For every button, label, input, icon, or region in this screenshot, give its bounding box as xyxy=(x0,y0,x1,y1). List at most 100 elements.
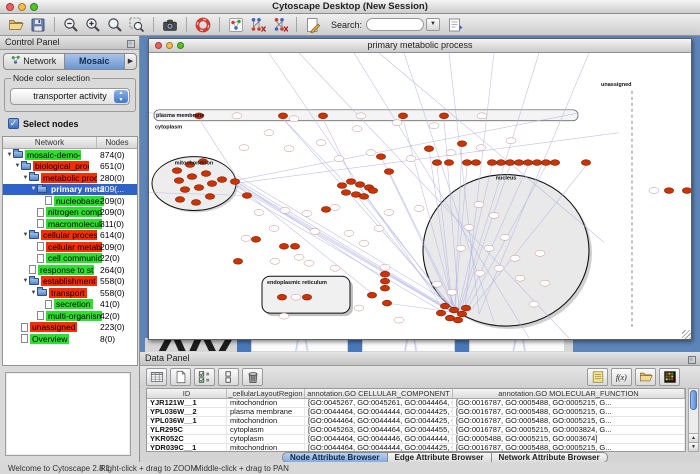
tree-row-13[interactable]: secretion41(0) xyxy=(3,299,137,311)
graph-node-white[interactable] xyxy=(356,113,366,119)
graph-node-white[interactable] xyxy=(316,140,326,146)
graph-node-white[interactable] xyxy=(432,281,442,287)
graph-node-white[interactable] xyxy=(414,205,424,211)
graph-node-white[interactable] xyxy=(344,230,354,236)
graph-node-red[interactable] xyxy=(180,187,189,193)
table-row-1[interactable]: YPL036W__2plasma membrane[GO:0044464, GO… xyxy=(147,408,685,417)
tree-row-15[interactable]: unassigned223(0) xyxy=(3,322,137,334)
tree-row-1[interactable]: ▼biological_process651(0) xyxy=(3,161,137,173)
graph-node-red[interactable] xyxy=(318,113,327,119)
network-canvas[interactable]: plasma membranemitochondrionnucleusendop… xyxy=(149,53,691,339)
column-layout-region[interactable]: _cellularLayoutRegion xyxy=(227,389,305,398)
graph-node-red[interactable] xyxy=(172,168,181,174)
tab-mosaic[interactable]: Mosaic xyxy=(64,53,125,70)
graph-node-white[interactable] xyxy=(264,130,274,136)
graph-node-red[interactable] xyxy=(251,236,260,242)
graph-node-red[interactable] xyxy=(457,311,466,317)
tree-row-0[interactable]: ▼mosaic-demo-yeast874(0) xyxy=(3,149,137,161)
heatmap-button[interactable] xyxy=(659,368,680,386)
notes-button[interactable] xyxy=(587,368,608,386)
camera-button[interactable] xyxy=(160,15,180,34)
expand-arrow-icon[interactable]: ▼ xyxy=(14,163,21,169)
graph-node-white[interactable] xyxy=(279,313,289,319)
graph-node-red[interactable] xyxy=(514,160,523,166)
search-dropdown-button[interactable]: ▼ xyxy=(426,18,440,31)
graph-node-white[interactable] xyxy=(406,156,416,162)
graph-node-red[interactable] xyxy=(471,160,480,166)
graph-node-white[interactable] xyxy=(447,289,457,295)
graph-node-red[interactable] xyxy=(194,185,203,191)
graph-node-white[interactable] xyxy=(484,245,494,251)
open-button[interactable] xyxy=(6,15,26,34)
tab-overflow-button[interactable]: ▶ xyxy=(124,53,137,70)
graph-node-red[interactable] xyxy=(233,258,242,264)
graph-node-red[interactable] xyxy=(436,310,445,316)
expand-arrow-icon[interactable]: ▼ xyxy=(22,175,29,181)
graph-node-white[interactable] xyxy=(494,265,504,271)
zoom-fit-button[interactable] xyxy=(105,15,125,34)
graph-node-red[interactable] xyxy=(523,160,532,166)
network-window-title-bar[interactable]: primary metabolic process xyxy=(149,39,691,53)
tree-row-6[interactable]: macromolecule311(0) xyxy=(3,218,137,230)
column-id[interactable]: ID xyxy=(147,389,227,398)
table-row-3[interactable]: YLR295Ccytoplasm[GO:0045263, GO:0044464,… xyxy=(147,426,685,435)
graph-node-white[interactable] xyxy=(506,138,516,144)
column-cellular-component[interactable]: annotation.GO CELLULAR_COMPONENT xyxy=(305,389,453,398)
graph-node-red[interactable] xyxy=(398,113,407,119)
graph-node-red[interactable] xyxy=(550,160,559,166)
graph-node-white[interactable] xyxy=(289,116,299,122)
graph-node-red[interactable] xyxy=(205,194,214,200)
graph-node-red[interactable] xyxy=(541,160,550,166)
graph-node-red[interactable] xyxy=(230,179,239,185)
table-row-0[interactable]: YJR121W__1mitochondrion[GO:0045267, GO:0… xyxy=(147,399,685,408)
graph-node-white[interactable] xyxy=(476,145,486,151)
graph-node-red[interactable] xyxy=(242,193,251,199)
node-color-dropdown[interactable]: transporter activity ▲▼ xyxy=(10,88,130,105)
expand-arrow-icon[interactable]: ▼ xyxy=(6,152,13,158)
graph-node-white[interactable] xyxy=(392,120,402,126)
select-attributes-button[interactable] xyxy=(194,368,215,386)
graph-node-white[interactable] xyxy=(330,265,340,271)
graph-node-white[interactable] xyxy=(284,146,294,152)
tree-row-16[interactable]: Overview8(0) xyxy=(3,333,137,345)
graph-node-red[interactable] xyxy=(191,200,200,206)
graph-node-white[interactable] xyxy=(456,245,466,251)
graph-node-white[interactable] xyxy=(510,255,520,261)
graph-node-white[interactable] xyxy=(394,317,404,323)
graph-node-white[interactable] xyxy=(649,188,659,194)
expand-arrow-icon[interactable]: ▼ xyxy=(22,232,29,238)
table-row-5[interactable]: YDR039C__1mitochondrion[GO:0044464, GO:0… xyxy=(147,444,685,452)
graph-node-red[interactable] xyxy=(432,160,441,166)
graph-node-red[interactable] xyxy=(439,113,448,119)
graph-node-red[interactable] xyxy=(376,154,385,160)
table-scrollbar[interactable]: ▲ ▼ xyxy=(688,388,699,452)
graph-node-white[interactable] xyxy=(374,225,384,231)
tree-row-14[interactable]: multi-organism pro42(0) xyxy=(3,310,137,322)
graph-node-red[interactable] xyxy=(384,169,393,175)
function-builder-button[interactable]: f(x) xyxy=(611,368,632,386)
new-attribute-button[interactable] xyxy=(170,368,191,386)
zoom-in-button[interactable] xyxy=(83,15,103,34)
tree-column-nodes[interactable]: Nodes xyxy=(97,137,137,148)
graph-node-red[interactable] xyxy=(380,278,389,284)
tree-row-11[interactable]: ▼establishment of lo558(0) xyxy=(3,276,137,288)
graph-node-red[interactable] xyxy=(174,178,183,184)
delete-attribute-button[interactable] xyxy=(242,368,263,386)
graph-node-white[interactable] xyxy=(334,156,344,162)
graph-node-red[interactable] xyxy=(355,182,364,188)
graph-node-white[interactable] xyxy=(489,212,499,218)
tree-row-5[interactable]: nitrogen compo209(0) xyxy=(3,207,137,219)
graph-node-red[interactable] xyxy=(279,243,288,249)
graph-node-white[interactable] xyxy=(270,258,280,264)
tree-column-network[interactable]: Network xyxy=(3,137,97,148)
graph-node-red[interactable] xyxy=(505,160,514,166)
graph-node-white[interactable] xyxy=(429,123,439,129)
graph-node-red[interactable] xyxy=(532,160,541,166)
graph-node-white[interactable] xyxy=(239,145,249,151)
unselect-attributes-button[interactable] xyxy=(218,368,239,386)
help-ring-button[interactable] xyxy=(193,15,213,34)
graph-node-red[interactable] xyxy=(217,177,226,183)
layout-align-button[interactable] xyxy=(248,15,268,34)
graph-node-red[interactable] xyxy=(277,294,286,300)
resize-grip-icon[interactable] xyxy=(682,330,691,339)
